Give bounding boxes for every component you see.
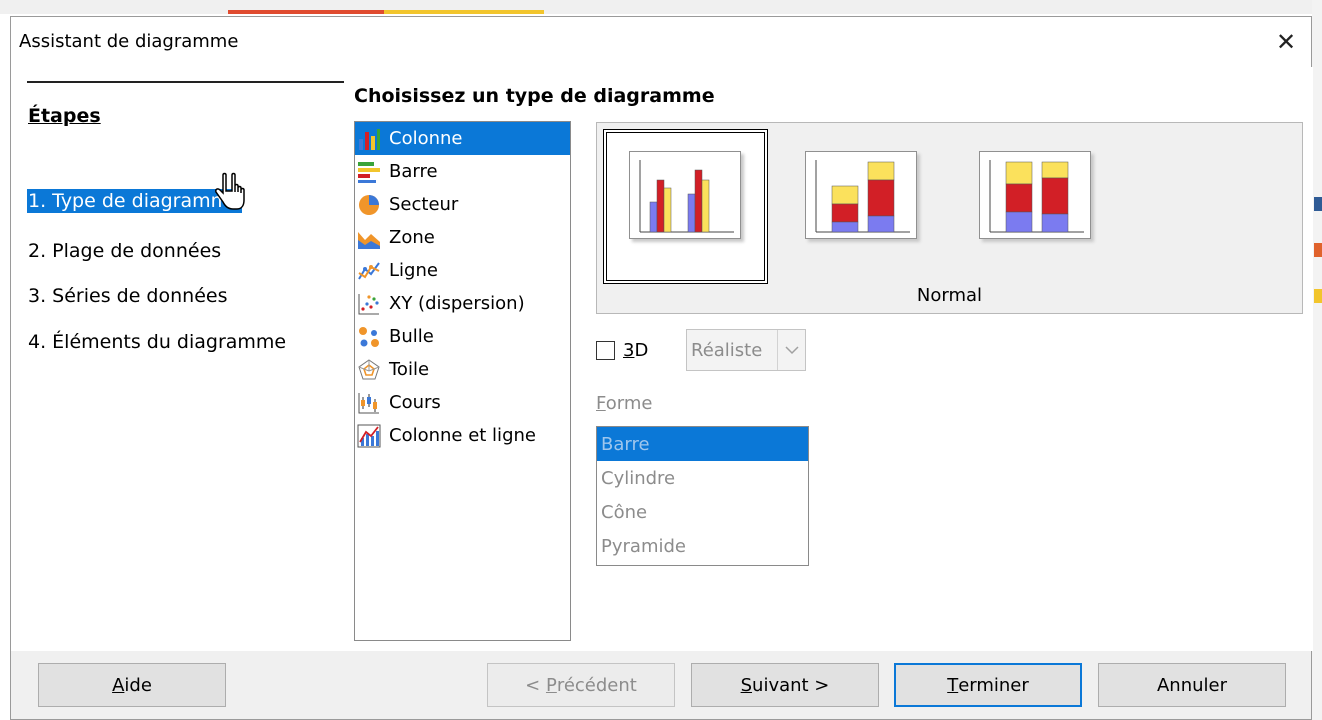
percent-stacked-column-thumbnail-icon [989, 160, 1084, 233]
chart-wizard-dialog: Assistant de diagramme ✕ Étapes 1. Type … [10, 16, 1313, 720]
chart-type-item-stock[interactable]: Cours [355, 386, 570, 419]
shape-label: Forme [596, 393, 652, 414]
stacked-column-thumbnail-icon [815, 160, 910, 233]
shape-item-pyramid[interactable]: Pyramide [597, 529, 808, 563]
shape-label-rest: orme [605, 393, 653, 414]
chart-type-item-column-line[interactable]: Colonne et ligne [355, 419, 570, 452]
threed-checkbox-box[interactable] [596, 341, 615, 360]
dialog-title: Assistant de diagramme [19, 31, 239, 52]
net-chart-icon [358, 358, 380, 379]
shape-list[interactable]: Barre Cylindre Cône Pyramide [596, 426, 809, 566]
variant-stacked[interactable] [805, 151, 917, 239]
background-app-strip [0, 0, 1322, 14]
shape-item-cone[interactable]: Cône [597, 495, 808, 529]
background-mark-blue [1314, 197, 1322, 211]
chart-type-item-bar[interactable]: Barre [355, 155, 570, 188]
stock-chart-icon [358, 392, 379, 413]
chart-type-item-pie[interactable]: Secteur [355, 188, 570, 221]
scheme-select-value: Réaliste [691, 340, 763, 361]
steps-heading: Étapes [28, 105, 101, 127]
chart-type-label: Colonne [389, 128, 463, 149]
chart-type-item-column[interactable]: Colonne [355, 122, 570, 155]
previous-button[interactable]: < Précédent [487, 663, 675, 707]
chart-type-label: Cours [389, 392, 441, 413]
steps-divider [27, 81, 344, 83]
column-chart-icon [359, 128, 380, 150]
finish-mnemonic: T [947, 674, 959, 696]
variant-normal[interactable] [629, 151, 741, 239]
line-chart-icon [358, 261, 380, 280]
next-rest: uivant > [752, 674, 830, 696]
threed-rest: D [634, 340, 649, 361]
help-mnemonic: A [112, 674, 125, 696]
help-rest: ide [124, 674, 152, 696]
chart-type-label: Bulle [389, 326, 434, 347]
scatter-chart-icon [358, 293, 379, 314]
chevron-down-icon[interactable] [777, 330, 805, 370]
previous-prefix: < [525, 674, 546, 696]
steps-panel: Étapes 1. Type de diagramme 2. Plage de … [11, 67, 344, 651]
variant-percent-stacked[interactable] [979, 151, 1091, 239]
title-bar: Assistant de diagramme ✕ [11, 17, 1311, 67]
shape-item-cylinder[interactable]: Cylindre [597, 461, 808, 495]
scheme-select[interactable]: Réaliste [686, 329, 806, 371]
help-button[interactable]: Aide [38, 663, 226, 707]
chart-type-item-scatter[interactable]: XY (dispersion) [355, 287, 570, 320]
hand-cursor-icon [215, 172, 245, 210]
background-cell-red [228, 10, 384, 14]
chart-type-label: XY (dispersion) [389, 293, 525, 314]
area-chart-icon [358, 231, 380, 249]
next-mnemonic: S [740, 674, 753, 696]
chart-type-item-line[interactable]: Ligne [355, 254, 570, 287]
chart-type-label: Ligne [389, 260, 438, 281]
shape-label-mnemonic: F [596, 393, 606, 414]
normal-column-thumbnail-icon [639, 160, 734, 233]
step-chart-type[interactable]: 1. Type de diagramme [27, 189, 242, 213]
chart-variant-panel: Normal [596, 122, 1303, 314]
previous-rest: récédent [556, 674, 637, 696]
chart-type-list[interactable]: Colonne Barre Secteur Zone Ligne XY (dis… [354, 121, 571, 641]
chart-type-label: Colonne et ligne [389, 425, 536, 446]
step-data-range[interactable]: 2. Plage de données [27, 239, 222, 263]
bubble-chart-icon [359, 326, 379, 347]
previous-mnemonic: P [545, 674, 557, 696]
chart-type-label: Secteur [389, 194, 459, 215]
pie-chart-icon [359, 194, 379, 215]
background-app-edge [1312, 0, 1322, 720]
chart-type-item-net[interactable]: Toile [355, 353, 570, 386]
next-button[interactable]: Suivant > [691, 663, 879, 707]
variant-name-label: Normal [916, 285, 983, 306]
finish-rest: erminer [958, 674, 1029, 696]
threed-label: 3D [623, 340, 648, 361]
chart-type-item-area[interactable]: Zone [355, 221, 570, 254]
bar-chart-icon [358, 161, 380, 183]
chart-type-label: Toile [389, 359, 430, 380]
chart-type-page: Choisissez un type de diagramme Colonne … [344, 67, 1313, 651]
background-mark-orange [1314, 243, 1322, 257]
threed-checkbox[interactable]: 3D [596, 340, 648, 361]
finish-button[interactable]: Terminer [894, 663, 1082, 707]
background-cell-yellow [384, 10, 544, 14]
chart-type-heading: Choisissez un type de diagramme [354, 85, 715, 107]
step-chart-elements[interactable]: 4. Éléments du diagramme [27, 330, 287, 354]
chart-type-label: Zone [389, 227, 435, 248]
step-data-series[interactable]: 3. Séries de données [27, 284, 228, 308]
chart-type-label: Barre [389, 161, 438, 182]
shape-item-bar[interactable]: Barre [597, 427, 808, 461]
column-line-chart-icon [357, 424, 381, 447]
threed-mnemonic: 3 [623, 340, 635, 361]
background-mark-yellow [1314, 289, 1322, 303]
cancel-button[interactable]: Annuler [1098, 663, 1286, 707]
chart-type-item-bubble[interactable]: Bulle [355, 320, 570, 353]
close-icon[interactable]: ✕ [1261, 17, 1311, 67]
